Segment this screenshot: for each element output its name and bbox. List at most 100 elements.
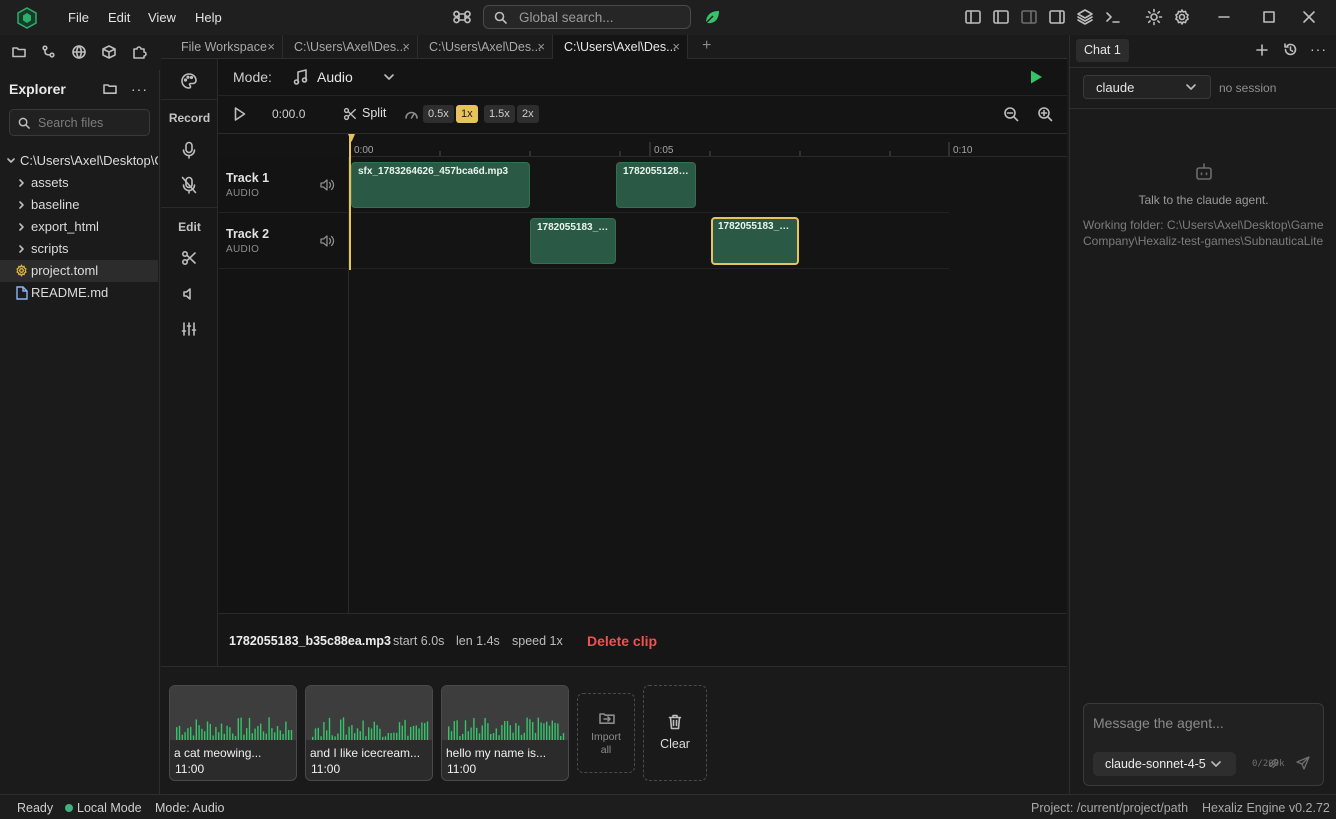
- file-search-input[interactable]: Search files: [9, 109, 150, 136]
- close-window-icon[interactable]: [1300, 8, 1318, 26]
- tab-file-workspace[interactable]: File Workspace ×: [170, 35, 283, 59]
- audio-clip[interactable]: 1782055183_b...: [530, 218, 616, 264]
- track-lane-1[interactable]: sfx_1783264626_457bca6d.mp3 1782055128_.…: [349, 157, 949, 213]
- mixer-sliders-icon[interactable]: [181, 321, 197, 337]
- track-header-1[interactable]: Track 1 AUDIO: [218, 157, 349, 213]
- waveform-bar: [243, 734, 245, 740]
- tree-item-assets[interactable]: assets: [0, 172, 158, 194]
- asset-card[interactable]: hello my name is... 11:00: [441, 685, 569, 781]
- toggle-inspector-icon[interactable]: [1020, 8, 1038, 26]
- asset-card[interactable]: a cat meowing... 11:00: [169, 685, 297, 781]
- speed-1x[interactable]: 1x: [456, 105, 478, 123]
- close-tab-icon[interactable]: ×: [402, 35, 410, 59]
- tree-item-scripts[interactable]: scripts: [0, 238, 158, 260]
- waveform-bar: [312, 736, 314, 740]
- cube-icon[interactable]: [101, 44, 117, 60]
- clear-assets-button[interactable]: Clear: [643, 685, 707, 781]
- tab-file-3-active[interactable]: C:\Users\Axel\Des... ×: [553, 35, 688, 59]
- waveform-bar: [176, 727, 178, 740]
- menu-edit[interactable]: Edit: [108, 0, 130, 35]
- agent-select[interactable]: claude: [1083, 75, 1211, 99]
- tab-label: C:\Users\Axel\Des...: [429, 40, 542, 54]
- waveform-bar: [265, 733, 267, 740]
- menu-help[interactable]: Help: [195, 0, 222, 35]
- waveform-bar: [288, 729, 290, 740]
- chat-more-icon[interactable]: ···: [1310, 41, 1327, 57]
- history-icon[interactable]: [1283, 42, 1298, 57]
- playhead[interactable]: [348, 134, 355, 270]
- asset-card[interactable]: and I like icecream... 11:00: [305, 685, 433, 781]
- mode-select[interactable]: Audio: [293, 63, 398, 91]
- waveform-bar: [448, 726, 450, 740]
- timeline-ruler[interactable]: 0:00 0:05 0:10: [349, 134, 1067, 157]
- more-options-icon[interactable]: ···: [131, 81, 148, 97]
- new-tab-button[interactable]: +: [702, 37, 711, 55]
- chat-tab[interactable]: Chat 1: [1076, 39, 1129, 62]
- puzzle-icon[interactable]: [131, 44, 147, 60]
- audio-clip[interactable]: sfx_1783264626_457bca6d.mp3: [351, 162, 530, 208]
- theme-sun-icon[interactable]: [1145, 8, 1163, 26]
- delete-clip-button[interactable]: Delete clip: [587, 633, 657, 649]
- global-search-input[interactable]: Global search...: [483, 5, 691, 29]
- volume-icon[interactable]: [181, 286, 197, 302]
- track-volume-icon[interactable]: [319, 234, 335, 248]
- tree-item-readme[interactable]: README.md: [0, 282, 158, 304]
- asset-name: hello my name is...: [446, 746, 547, 760]
- toggle-explorer-icon[interactable]: [992, 8, 1010, 26]
- tab-file-2[interactable]: C:\Users\Axel\Des... ×: [418, 35, 553, 59]
- close-tab-icon[interactable]: ×: [537, 35, 545, 59]
- layers-icon[interactable]: [1076, 8, 1094, 26]
- model-select[interactable]: claude-sonnet-4-5: [1093, 752, 1236, 776]
- folder-icon[interactable]: [11, 44, 27, 60]
- tick-label: 0:10: [953, 145, 973, 156]
- speed-0-5x[interactable]: 0.5x: [423, 105, 454, 123]
- import-all-button[interactable]: Import all: [577, 693, 635, 773]
- play-preview-icon[interactable]: [1029, 69, 1043, 85]
- tree-item-export-html[interactable]: export_html: [0, 216, 158, 238]
- tree-item-baseline[interactable]: baseline: [0, 194, 158, 216]
- track-lane-2[interactable]: 1782055183_b... 1782055183_b...: [349, 213, 949, 269]
- tab-file-1[interactable]: C:\Users\Axel\Des... ×: [283, 35, 418, 59]
- tree-item-project-toml[interactable]: project.toml: [0, 260, 158, 282]
- new-folder-icon[interactable]: [103, 82, 117, 96]
- scissors-icon[interactable]: [181, 250, 197, 266]
- new-chat-icon[interactable]: [1255, 43, 1269, 57]
- speed-2x[interactable]: 2x: [517, 105, 539, 123]
- menu-file[interactable]: File: [68, 0, 89, 35]
- zoom-in-icon[interactable]: [1037, 106, 1053, 122]
- toggle-right-panel-icon[interactable]: [1048, 8, 1066, 26]
- tree-root[interactable]: C:\Users\Axel\Desktop\G: [0, 150, 158, 172]
- split-button[interactable]: Split: [343, 103, 393, 125]
- speed-1-5x[interactable]: 1.5x: [484, 105, 515, 123]
- audio-clip-selected[interactable]: 1782055183_b...: [711, 217, 799, 265]
- waveform-bar: [379, 728, 381, 740]
- git-branch-icon[interactable]: [41, 44, 57, 60]
- close-tab-icon[interactable]: ×: [672, 35, 680, 59]
- microphone-icon[interactable]: [181, 141, 197, 159]
- settings-gear-icon[interactable]: [1173, 8, 1191, 26]
- waveform-bar: [415, 725, 417, 740]
- track-header-2[interactable]: Track 2 AUDIO: [218, 213, 349, 269]
- attach-icon[interactable]: [1267, 758, 1279, 770]
- scissors-icon: [343, 107, 357, 121]
- microphone-off-icon[interactable]: [181, 176, 197, 194]
- terminal-icon[interactable]: [1104, 8, 1122, 26]
- play-icon[interactable]: [233, 106, 247, 122]
- minimize-icon[interactable]: [1215, 8, 1233, 26]
- track-volume-icon[interactable]: [319, 178, 335, 192]
- chat-message-input[interactable]: Message the agent... claude-sonnet-4-5 0…: [1083, 703, 1324, 786]
- waveform-bar: [209, 723, 211, 740]
- audio-clip[interactable]: 1782055128_...: [616, 162, 696, 208]
- maximize-icon[interactable]: [1260, 8, 1278, 26]
- mode-value: Audio: [317, 69, 353, 85]
- zoom-out-icon[interactable]: [1003, 106, 1019, 122]
- leaf-icon[interactable]: [703, 8, 721, 26]
- clear-label: Clear: [660, 737, 690, 751]
- globe-icon[interactable]: [71, 44, 87, 60]
- close-tab-icon[interactable]: ×: [267, 35, 275, 59]
- menu-view[interactable]: View: [148, 0, 176, 35]
- palette-icon[interactable]: [180, 72, 198, 90]
- command-icon[interactable]: [453, 8, 471, 26]
- send-icon[interactable]: [1296, 756, 1310, 770]
- toggle-left-panel-icon[interactable]: [964, 8, 982, 26]
